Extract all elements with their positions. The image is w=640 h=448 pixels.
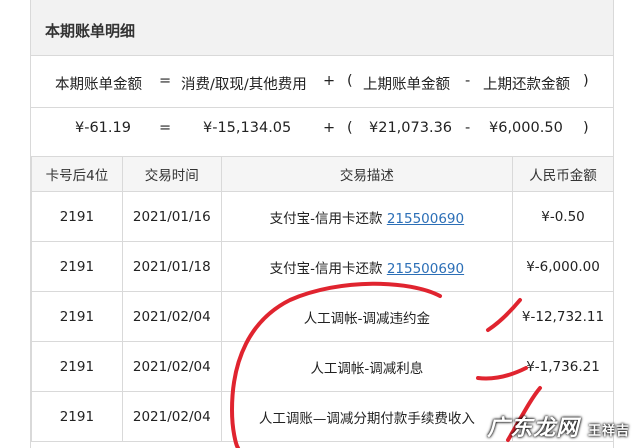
formula-minus: - [465, 120, 471, 136]
formula-equals: = [159, 73, 172, 89]
formula-equals: = [159, 120, 172, 136]
watermark-main: 广东龙网 [487, 416, 580, 441]
formula-spend-label: 消费/取现/其他费用 [181, 77, 307, 93]
table-row: 2191 2021/01/18 支付宝-信用卡还款 215500690 ¥-6,… [31, 241, 614, 292]
header-card-last4: 卡号后4位 [31, 156, 123, 192]
amount-cell: ¥-0.50 [512, 191, 614, 242]
card-cell: 2191 [31, 341, 123, 392]
formula-open-paren: ( [347, 73, 353, 89]
description-cell: 人工调账—调减分期付款手续费收入 [220, 391, 514, 442]
formula-spend-value: ¥-15,134.05 [203, 120, 292, 136]
description-text: 支付宝-信用卡还款 [269, 260, 387, 277]
formula-prev-repay-label: 上期还款金额 [483, 77, 570, 93]
formula-open-paren: ( [347, 120, 353, 136]
formula-close-paren: ) [583, 120, 589, 136]
transactions-table: 卡号后4位 交易时间 交易描述 人民币金额 2191 2021/01/16 支付… [31, 156, 614, 442]
section-title: 本期账单明细 [45, 22, 136, 40]
formula-minus: - [465, 73, 471, 89]
header-date: 交易时间 [121, 156, 222, 192]
header-amount: 人民币金额 [512, 156, 614, 192]
header-description: 交易描述 [220, 156, 514, 192]
statement-panel: 本期账单明细 本期账单金额 = 消费/取现/其他费用 + ( 上期账单金额 - … [30, 0, 614, 448]
formula-prev-repay-value: ¥6,000.50 [489, 120, 563, 136]
table-row: 2191 2021/01/16 支付宝-信用卡还款 215500690 ¥-0.… [31, 191, 614, 242]
description-cell: 人工调帐-调减利息 [220, 341, 514, 392]
formula-row-values: ¥-61.19 = ¥-15,134.05 + ( ¥21,073.36 - ¥… [31, 103, 613, 157]
formula-plus: + [323, 120, 336, 136]
date-cell: 2021/02/04 [121, 291, 222, 342]
transaction-link[interactable]: 215500690 [387, 211, 464, 227]
table-header-row: 卡号后4位 交易时间 交易描述 人民币金额 [31, 156, 614, 192]
date-cell: 2021/02/04 [121, 341, 222, 392]
card-cell: 2191 [31, 241, 123, 292]
transaction-link[interactable]: 215500690 [387, 261, 464, 277]
description-cell: 人工调帐-调减违约金 [220, 291, 514, 342]
section-header: 本期账单明细 [31, 0, 613, 56]
description-cell: 支付宝-信用卡还款 215500690 [220, 241, 514, 292]
table-row: 2191 2021/02/04 人工调帐-调减违约金 ¥-12,732.11 [31, 291, 614, 342]
date-cell: 2021/01/16 [121, 191, 222, 242]
amount-cell: ¥-1,736.21 [512, 341, 614, 392]
card-cell: 2191 [31, 191, 123, 242]
card-cell: 2191 [31, 391, 123, 442]
date-cell: 2021/02/04 [121, 391, 222, 442]
description-cell: 支付宝-信用卡还款 215500690 [220, 191, 514, 242]
formula-close-paren: ) [583, 73, 589, 89]
formula-current-value: ¥-61.19 [75, 120, 131, 136]
table-row: 2191 2021/02/04 人工调帐-调减利息 ¥-1,736.21 [31, 341, 614, 392]
card-cell: 2191 [31, 291, 123, 342]
watermark-sub: 王祥吉 [587, 424, 630, 439]
watermark: 广东龙网 王祥吉 [487, 410, 630, 442]
date-cell: 2021/01/18 [121, 241, 222, 292]
formula-current-label: 本期账单金额 [55, 77, 142, 93]
formula-prev-bill-value: ¥21,073.36 [369, 120, 453, 136]
description-text: 支付宝-信用卡还款 [269, 210, 387, 227]
formula-row-labels: 本期账单金额 = 消费/取现/其他费用 + ( 上期账单金额 - 上期还款金额 … [31, 56, 613, 108]
amount-cell: ¥-12,732.11 [512, 291, 614, 342]
formula-prev-bill-label: 上期账单金额 [363, 77, 450, 93]
amount-cell: ¥-6,000.00 [512, 241, 614, 292]
formula-plus: + [323, 73, 336, 89]
